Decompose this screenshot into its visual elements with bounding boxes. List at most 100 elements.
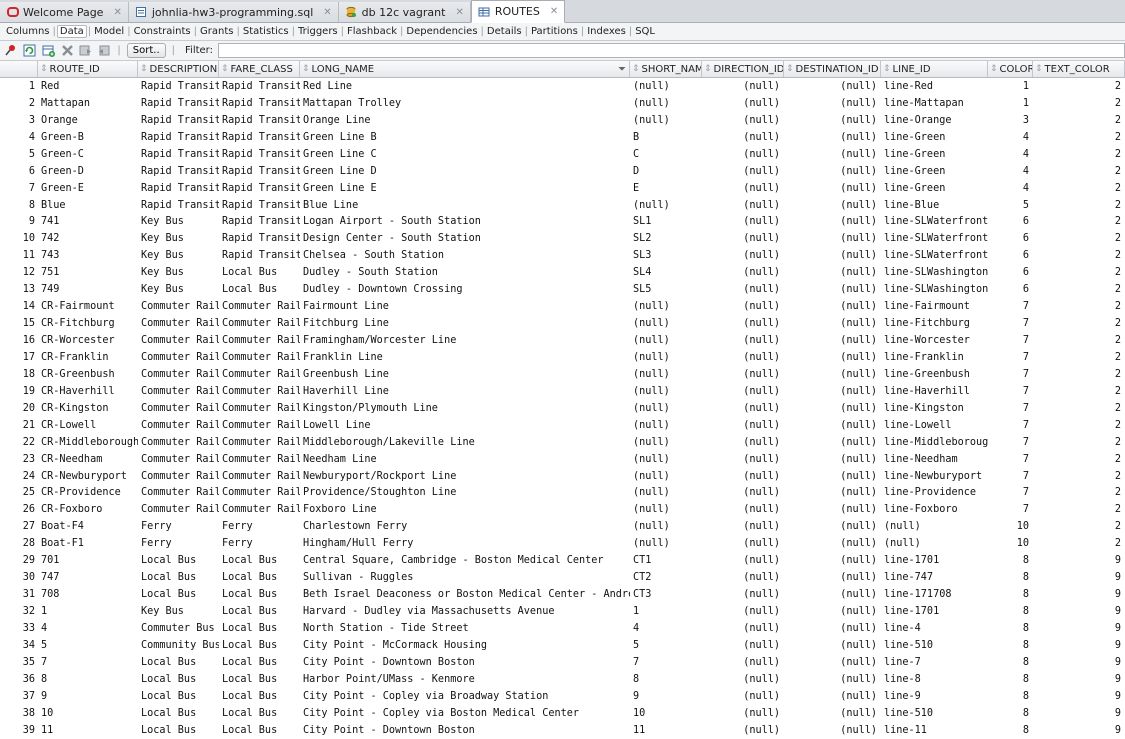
cell-line-id[interactable]: line-SLWaterfront [881,214,988,231]
cell-direction-id[interactable]: (null) [702,569,784,586]
cell-description[interactable]: Commuter Rail [138,298,219,315]
cell-short-name[interactable]: SL1 [630,214,702,231]
cell-text-color[interactable]: 9 [1033,552,1125,569]
cell-short-name[interactable]: (null) [630,451,702,468]
close-icon[interactable]: ✕ [323,7,331,18]
sort-button[interactable]: Sort.. [126,43,166,58]
cell-direction-id[interactable]: (null) [702,129,784,146]
cell-description[interactable]: Commuter Rail [138,349,219,366]
cell-short-name[interactable]: (null) [630,95,702,112]
cell-destination-id[interactable]: (null) [784,332,881,349]
cell-destination-id[interactable]: (null) [784,586,881,603]
cell-route-id[interactable]: Blue [38,197,138,214]
sort-arrows-icon[interactable]: ⇕ [302,64,310,74]
cell-short-name[interactable]: (null) [630,400,702,417]
cell-line-id[interactable]: line-Greenbush [881,366,988,383]
cell-line-id[interactable]: line-Green [881,163,988,180]
cell-direction-id[interactable]: (null) [702,468,784,485]
cell-long-name[interactable]: Dudley - South Station [300,264,630,281]
cell-text-color[interactable]: 2 [1033,180,1125,197]
cell-direction-id[interactable]: (null) [702,485,784,502]
cell-text-color[interactable]: 2 [1033,163,1125,180]
cell-fare-class[interactable]: Commuter Rail [219,298,300,315]
cell-direction-id[interactable]: (null) [702,586,784,603]
cell-description[interactable]: Local Bus [138,569,219,586]
cell-destination-id[interactable]: (null) [784,552,881,569]
sort-arrows-icon[interactable]: ⇕ [704,64,712,74]
table-row[interactable]: 19 CR-Haverhill Commuter Rail Commuter Rail… [0,383,1125,400]
cell-route-id[interactable]: 747 [38,569,138,586]
cell-color[interactable]: 8 [988,569,1033,586]
cell-destination-id[interactable]: (null) [784,722,881,739]
cell-short-name[interactable]: SL2 [630,230,702,247]
cell-route-id[interactable]: Green-E [38,180,138,197]
cell-line-id[interactable]: line-Newburyport [881,468,988,485]
cell-line-id[interactable]: line-SLWashington [881,264,988,281]
cell-color[interactable]: 8 [988,705,1033,722]
subtab-statistics[interactable]: Statistics [241,26,291,37]
cell-direction-id[interactable]: (null) [702,434,784,451]
cell-route-id[interactable]: 5 [38,637,138,654]
cell-color[interactable]: 8 [988,637,1033,654]
cell-short-name[interactable]: (null) [630,501,702,518]
column-header-description[interactable]: ⇕ DESCRIPTION [138,61,219,77]
cell-direction-id[interactable]: (null) [702,197,784,214]
cell-fare-class[interactable]: Local Bus [219,654,300,671]
cell-destination-id[interactable]: (null) [784,146,881,163]
cell-route-id[interactable]: 742 [38,230,138,247]
column-header-direction-id[interactable]: ⇕ DIRECTION_ID [702,61,784,77]
cell-route-id[interactable]: 751 [38,264,138,281]
cell-description[interactable]: Commuter Rail [138,485,219,502]
cell-line-id[interactable]: line-Franklin [881,349,988,366]
cell-long-name[interactable]: Blue Line [300,197,630,214]
cell-long-name[interactable]: Logan Airport - South Station [300,214,630,231]
tab-routes[interactable]: ROUTES ✕ [470,0,566,23]
table-row[interactable]: 7 Green-E Rapid Transit Rapid Transit Green … [0,180,1125,197]
column-header-short-name[interactable]: ⇕SHORT_NAME [630,61,702,77]
cell-fare-class[interactable]: Commuter Rail [219,400,300,417]
cell-color[interactable]: 4 [988,146,1033,163]
cell-color[interactable]: 6 [988,214,1033,231]
cell-text-color[interactable]: 2 [1033,197,1125,214]
cell-color[interactable]: 5 [988,197,1033,214]
cell-route-id[interactable]: CR-Franklin [38,349,138,366]
cell-text-color[interactable]: 2 [1033,298,1125,315]
cell-destination-id[interactable]: (null) [784,485,881,502]
table-row[interactable]: 37 9 Local Bus Local Bus City Point - Copley… [0,688,1125,705]
cell-description[interactable]: Rapid Transit [138,180,219,197]
cell-route-id[interactable]: Orange [38,112,138,129]
cell-description[interactable]: Commuter Rail [138,315,219,332]
cell-color[interactable]: 4 [988,180,1033,197]
cell-text-color[interactable]: 9 [1033,671,1125,688]
cell-line-id[interactable]: line-Blue [881,197,988,214]
cell-fare-class[interactable]: Rapid Transit [219,146,300,163]
cell-description[interactable]: Commuter Rail [138,383,219,400]
sort-arrows-icon[interactable]: ⇕ [1035,64,1043,74]
cell-description[interactable]: Rapid Transit [138,112,219,129]
cell-route-id[interactable]: CR-Greenbush [38,366,138,383]
cell-short-name[interactable]: (null) [630,315,702,332]
cell-direction-id[interactable]: (null) [702,163,784,180]
table-row[interactable]: 2 Mattapan Rapid Transit Rapid Transit Matta… [0,94,1125,112]
cell-long-name[interactable]: Foxboro Line [300,501,630,518]
cell-fare-class[interactable]: Rapid Transit [219,197,300,214]
pin-icon[interactable] [4,44,18,58]
cell-description[interactable]: Key Bus [138,230,219,247]
cell-text-color[interactable]: 9 [1033,637,1125,654]
column-header-line-id[interactable]: ⇕ LINE_ID [881,61,988,77]
cell-long-name[interactable]: Framingham/Worcester Line [300,332,630,349]
cell-text-color[interactable]: 2 [1033,451,1125,468]
cell-description[interactable]: Community Bus [138,637,219,654]
cell-long-name[interactable]: Central Square, Cambridge - Boston Medic… [300,552,630,569]
cell-destination-id[interactable]: (null) [784,95,881,112]
cell-fare-class[interactable]: Commuter Rail [219,349,300,366]
cell-fare-class[interactable]: Commuter Rail [219,501,300,518]
cell-description[interactable]: Rapid Transit [138,163,219,180]
cell-route-id[interactable]: CR-Foxboro [38,501,138,518]
cell-route-id[interactable]: CR-Kingston [38,400,138,417]
cell-text-color[interactable]: 2 [1033,112,1125,129]
cell-route-id[interactable]: Green-B [38,129,138,146]
cell-destination-id[interactable]: (null) [784,535,881,552]
cell-long-name[interactable]: Kingston/Plymouth Line [300,400,630,417]
cell-text-color[interactable]: 9 [1033,688,1125,705]
